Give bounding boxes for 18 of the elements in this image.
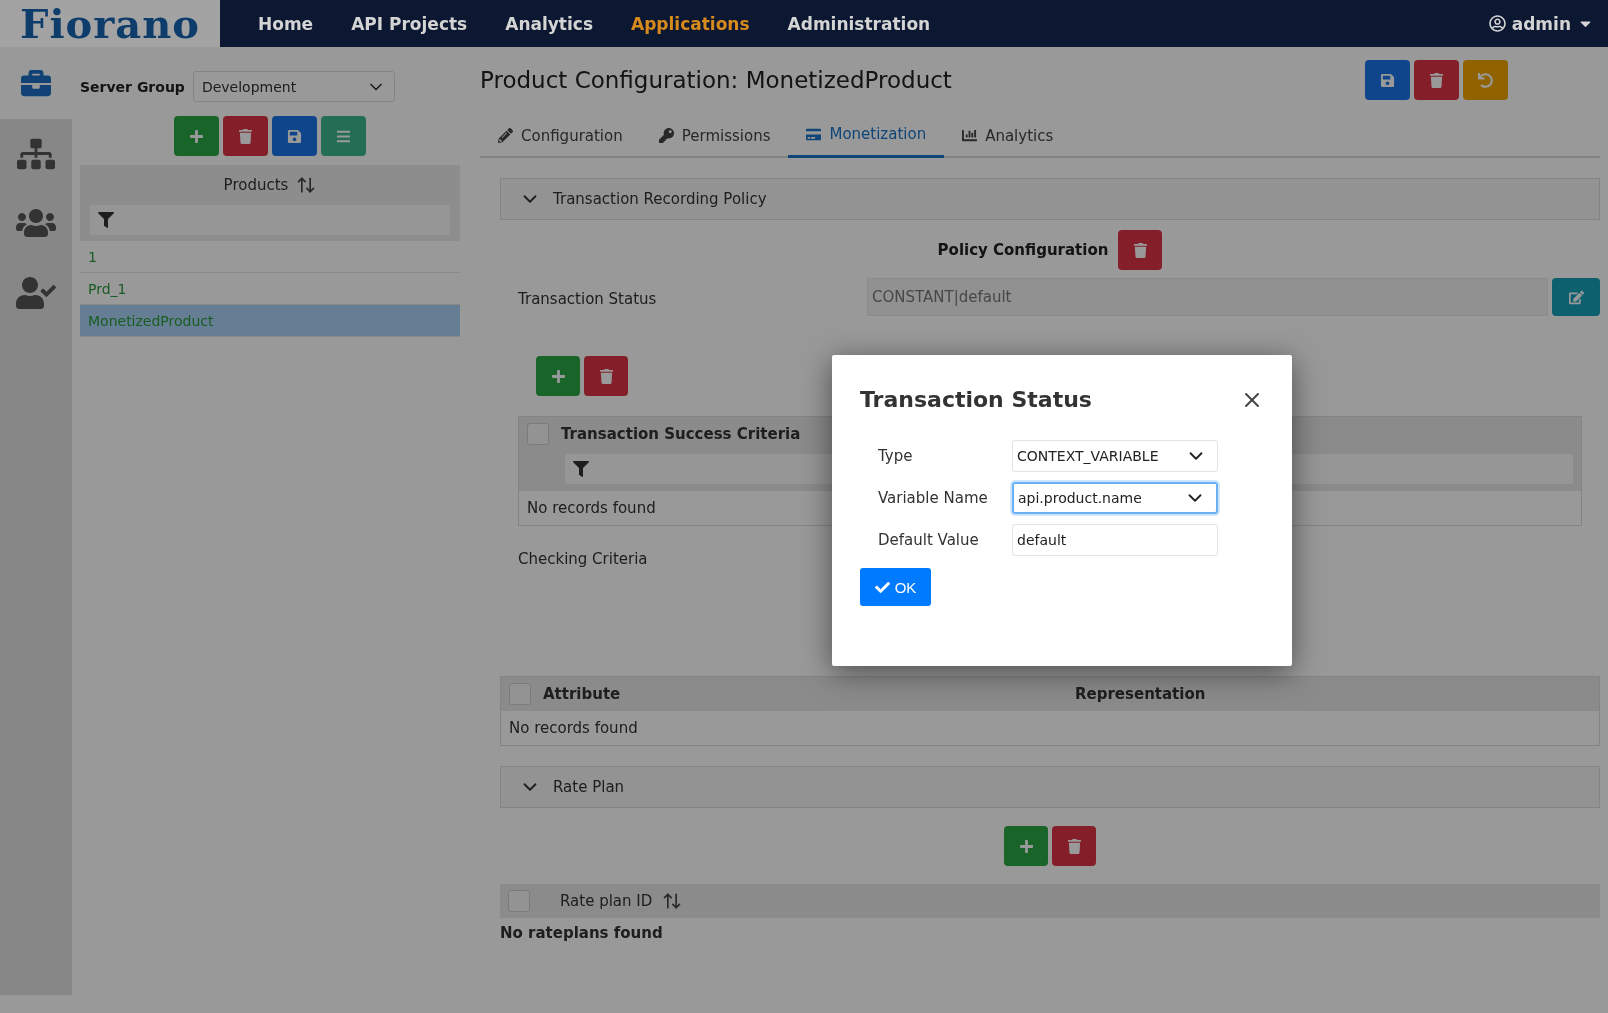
server-group-label: Server Group xyxy=(80,78,185,95)
column-header: Representation xyxy=(1075,685,1206,703)
column-header: Transaction Success Criteria xyxy=(561,425,801,443)
brand-logo: Fiorano xyxy=(0,0,220,47)
empty-message: No rateplans found xyxy=(500,924,664,942)
empty-message: No records found xyxy=(509,719,638,737)
field-label: Checking Criteria xyxy=(517,549,649,570)
column-header: Products xyxy=(223,176,289,194)
column-header: Rate plan ID xyxy=(560,892,653,910)
field-label: Transaction Status xyxy=(517,289,658,308)
page-title: Product Configuration: MonetizedProduct xyxy=(480,67,952,93)
dialog-title: Transaction Status xyxy=(860,387,1092,412)
policy-configuration-label: Policy Configuration xyxy=(937,241,1109,259)
empty-message: No records found xyxy=(527,499,656,517)
field-label: Type xyxy=(878,447,914,465)
field-label: Default Value xyxy=(878,531,980,549)
column-header: Attribute xyxy=(543,685,622,703)
field-label: Variable Name xyxy=(878,489,989,507)
